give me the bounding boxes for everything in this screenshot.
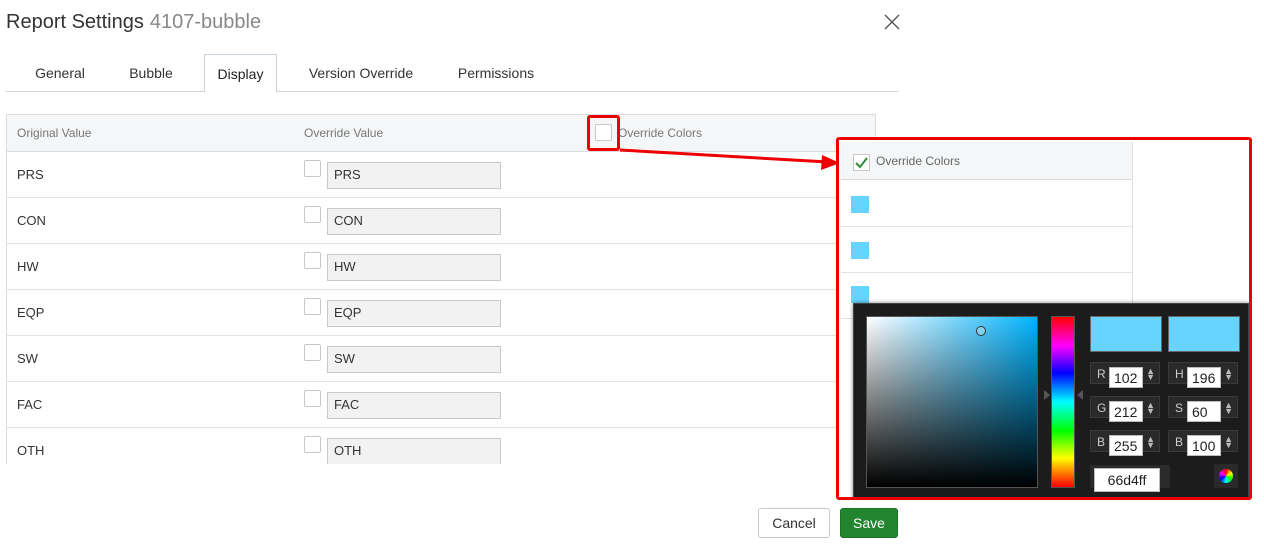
original-value: OTH xyxy=(17,443,45,458)
spinner-icon[interactable]: ▲ ▼ xyxy=(1146,367,1155,382)
color-wheel-icon[interactable] xyxy=(1214,464,1238,488)
dialog-title: Report Settings 4107-bubble xyxy=(6,11,261,34)
red-field: R 102 ▲ ▼ xyxy=(1090,362,1160,388)
spinner-icon[interactable]: ▲ ▼ xyxy=(1224,401,1233,416)
table-row: EQP EQP xyxy=(7,290,875,336)
color-swatch[interactable] xyxy=(851,196,869,213)
color-picker: R 102 ▲ ▼ G 212 ▲ ▼ B 255 ▲ ▼ H 196 ▲ ▼ S 60… xyxy=(853,303,1249,497)
zoom-header: Override Colors xyxy=(841,142,1133,180)
list-item xyxy=(841,181,1133,227)
brightness-field: B 100 ▲ ▼ xyxy=(1168,430,1238,456)
highlight-box xyxy=(587,115,620,151)
current-color-preview[interactable] xyxy=(1168,316,1240,352)
cancel-button[interactable]: Cancel xyxy=(758,508,830,538)
table-row: PRS PRS xyxy=(7,152,875,198)
override-value-input[interactable]: CON xyxy=(327,208,501,235)
green-field: G 212 ▲ ▼ xyxy=(1090,396,1160,422)
row-override-checkbox[interactable] xyxy=(304,436,321,453)
hue-input[interactable]: 196 xyxy=(1187,367,1221,388)
tab-permissions[interactable]: Permissions xyxy=(444,54,548,92)
original-value: SW xyxy=(17,351,38,366)
dialog-subtitle: 4107-bubble xyxy=(149,11,262,33)
override-value-input[interactable]: FAC xyxy=(327,392,501,419)
header-override-colors: Override Colors xyxy=(618,126,703,140)
saturation-input[interactable]: 60 xyxy=(1187,401,1221,422)
blue-field: B 255 ▲ ▼ xyxy=(1090,430,1160,456)
list-item xyxy=(841,227,1133,273)
table-row: FAC FAC xyxy=(7,382,875,428)
spinner-icon[interactable]: ▲ ▼ xyxy=(1146,401,1155,416)
override-value-input[interactable]: PRS xyxy=(327,162,501,189)
zoom-callout: Override Colors R 102 ▲ ▼ G 212 ▲ ▼ B 255 xyxy=(836,137,1252,500)
override-colors-checkbox-checked[interactable] xyxy=(853,154,870,171)
close-icon[interactable] xyxy=(880,10,904,34)
spinner-icon[interactable]: ▲ ▼ xyxy=(1224,435,1233,450)
row-override-checkbox[interactable] xyxy=(304,298,321,315)
original-value: CON xyxy=(17,213,46,228)
hex-input[interactable]: 66d4ff xyxy=(1094,468,1160,492)
header-override-value: Override Value xyxy=(304,126,384,140)
override-value-input[interactable]: EQP xyxy=(327,300,501,327)
blue-input[interactable]: 255 xyxy=(1109,435,1143,456)
table-row: OTH OTH xyxy=(7,428,875,464)
spinner-icon[interactable]: ▲ ▼ xyxy=(1224,367,1233,382)
dialog-title-text: Report Settings xyxy=(6,11,144,33)
tab-bubble[interactable]: Bubble xyxy=(112,54,190,92)
override-value-input[interactable]: OTH xyxy=(327,438,501,464)
original-value: HW xyxy=(17,259,39,274)
hue-arrow-right-icon xyxy=(1077,390,1083,400)
color-swatch[interactable] xyxy=(851,242,869,259)
green-input[interactable]: 212 xyxy=(1109,401,1143,422)
hue-label: H xyxy=(1175,367,1184,381)
row-override-checkbox[interactable] xyxy=(304,344,321,361)
row-override-checkbox[interactable] xyxy=(304,160,321,177)
original-value: PRS xyxy=(17,167,44,182)
check-icon xyxy=(855,157,868,169)
hue-field: H 196 ▲ ▼ xyxy=(1168,362,1238,388)
original-value: FAC xyxy=(17,397,43,412)
saturation-brightness-area[interactable] xyxy=(866,316,1038,488)
tab-general[interactable]: General xyxy=(18,54,102,92)
blue-label: B xyxy=(1097,435,1106,449)
hex-field: 66d4ff xyxy=(1090,465,1170,492)
zoom-header-label: Override Colors xyxy=(876,154,961,168)
row-override-checkbox[interactable] xyxy=(304,252,321,269)
override-value-input[interactable]: SW xyxy=(327,346,501,373)
color-swatch[interactable] xyxy=(851,286,869,303)
saturation-field: S 60 ▲ ▼ xyxy=(1168,396,1238,422)
table-header: Original Value Override Value Override C… xyxy=(7,115,875,152)
override-table: Original Value Override Value Override C… xyxy=(6,114,876,464)
brightness-label: B xyxy=(1175,435,1184,449)
tab-display[interactable]: Display xyxy=(204,54,277,93)
red-label: R xyxy=(1097,367,1106,381)
table-row: CON CON xyxy=(7,198,875,244)
brightness-input[interactable]: 100 xyxy=(1187,435,1221,456)
hue-slider[interactable] xyxy=(1051,316,1075,488)
green-label: G xyxy=(1097,401,1107,415)
hue-arrow-left-icon xyxy=(1044,390,1050,400)
row-override-checkbox[interactable] xyxy=(304,390,321,407)
override-value-input[interactable]: HW xyxy=(327,254,501,281)
red-input[interactable]: 102 xyxy=(1109,367,1143,388)
tab-bar: General Bubble Display Version Override … xyxy=(6,54,898,93)
original-value: EQP xyxy=(17,305,45,320)
saturation-label: S xyxy=(1175,401,1184,415)
color-selector-handle[interactable] xyxy=(976,326,986,336)
table-row: HW HW xyxy=(7,244,875,290)
spinner-icon[interactable]: ▲ ▼ xyxy=(1146,435,1155,450)
tab-version-override[interactable]: Version Override xyxy=(296,54,426,92)
table-row: SW SW xyxy=(7,336,875,382)
row-override-checkbox[interactable] xyxy=(304,206,321,223)
save-button[interactable]: Save xyxy=(840,508,898,538)
new-color-preview xyxy=(1090,316,1162,352)
header-original-value: Original Value xyxy=(17,126,92,140)
